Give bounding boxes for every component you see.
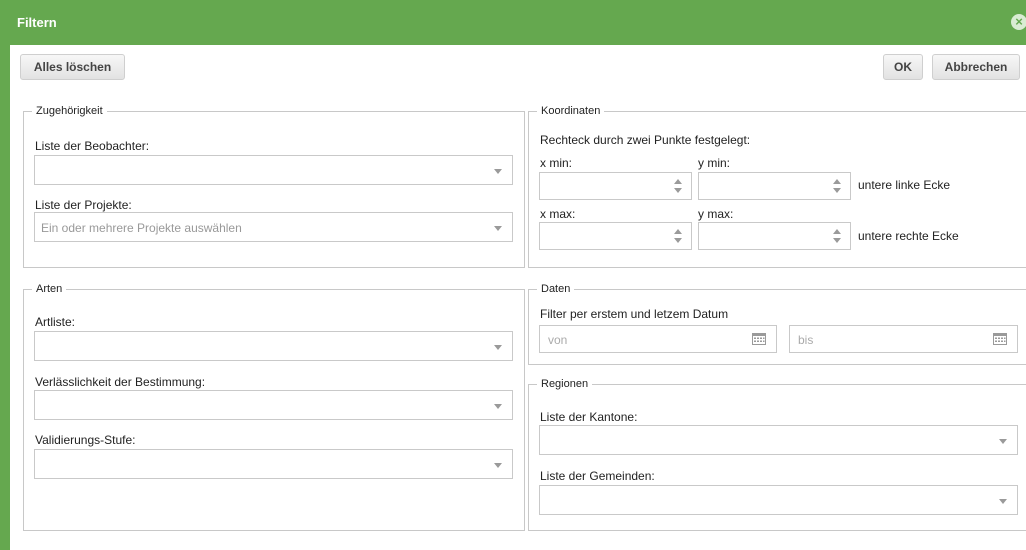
date-to-placeholder: bis (798, 333, 814, 347)
legend-regionen: Regionen (541, 378, 589, 390)
ymax-label: y max: (698, 207, 734, 221)
chevron-down-icon (494, 169, 502, 174)
reliability-select[interactable] (34, 390, 513, 420)
xmax-input[interactable] (539, 222, 692, 250)
spinner-arrows-icon[interactable] (674, 179, 683, 195)
species-label: Artliste: (35, 315, 76, 329)
chevron-down-icon (494, 404, 502, 409)
reliability-label: Verlässlichkeit der Bestimmung: (35, 375, 206, 389)
chevron-down-icon (494, 226, 502, 231)
date-to-input[interactable]: bis (789, 325, 1018, 353)
observers-label: Liste der Beobachter: (35, 139, 150, 153)
validation-label: Validierungs-Stufe: (35, 433, 136, 447)
dates-description: Filter per erstem und letzem Datum (540, 307, 729, 321)
projects-placeholder: Ein oder mehrere Projekte auswählen (41, 221, 242, 235)
cantons-select[interactable] (539, 425, 1018, 455)
cantons-label: Liste der Kantone: (540, 410, 638, 424)
xmax-label: x max: (540, 207, 576, 221)
xmin-input[interactable] (539, 172, 692, 200)
spinner-arrows-icon[interactable] (674, 229, 683, 245)
validation-select[interactable] (34, 449, 513, 479)
chevron-down-icon (999, 439, 1007, 444)
xmin-label: x min: (540, 156, 573, 170)
calendar-icon[interactable] (752, 333, 766, 345)
clear-all-button[interactable]: Alles löschen (20, 54, 125, 80)
lower-right-label: untere rechte Ecke (858, 229, 959, 243)
date-from-input[interactable]: von (539, 325, 777, 353)
municipalities-select[interactable] (539, 485, 1018, 515)
municipalities-label: Liste der Gemeinden: (540, 469, 655, 483)
chevron-down-icon (999, 499, 1007, 504)
ymin-label: y min: (698, 156, 731, 170)
projects-label: Liste der Projekte: (35, 198, 132, 212)
calendar-icon[interactable] (993, 333, 1007, 345)
chevron-down-icon (494, 345, 502, 350)
projects-select[interactable]: Ein oder mehrere Projekte auswählen (34, 212, 513, 242)
spinner-arrows-icon[interactable] (833, 179, 842, 195)
ymin-input[interactable] (698, 172, 851, 200)
legend-arten: Arten (36, 283, 63, 295)
coords-description: Rechteck durch zwei Punkte festgelegt: (540, 133, 751, 147)
fieldset-zugehoerigkeit: Zugehörigkeit (23, 105, 525, 268)
close-icon[interactable]: × (1011, 14, 1026, 30)
ymax-input[interactable] (698, 222, 851, 250)
cancel-button[interactable]: Abbrechen (932, 54, 1020, 80)
chevron-down-icon (494, 463, 502, 468)
dialog-titlebar: Filtern × (0, 0, 1026, 45)
observers-select[interactable] (34, 155, 513, 185)
filter-dialog: Filtern × Alles löschen OK Abbrechen Zug… (0, 0, 1026, 550)
ok-button[interactable]: OK (883, 54, 923, 80)
spinner-arrows-icon[interactable] (833, 229, 842, 245)
dialog-title: Filtern (17, 15, 57, 30)
species-select[interactable] (34, 331, 513, 361)
legend-zugehoerigkeit: Zugehörigkeit (36, 105, 103, 117)
legend-daten: Daten (541, 283, 571, 295)
legend-koordinaten: Koordinaten (541, 105, 601, 117)
date-from-placeholder: von (548, 333, 568, 347)
lower-left-label: untere linke Ecke (858, 178, 951, 192)
